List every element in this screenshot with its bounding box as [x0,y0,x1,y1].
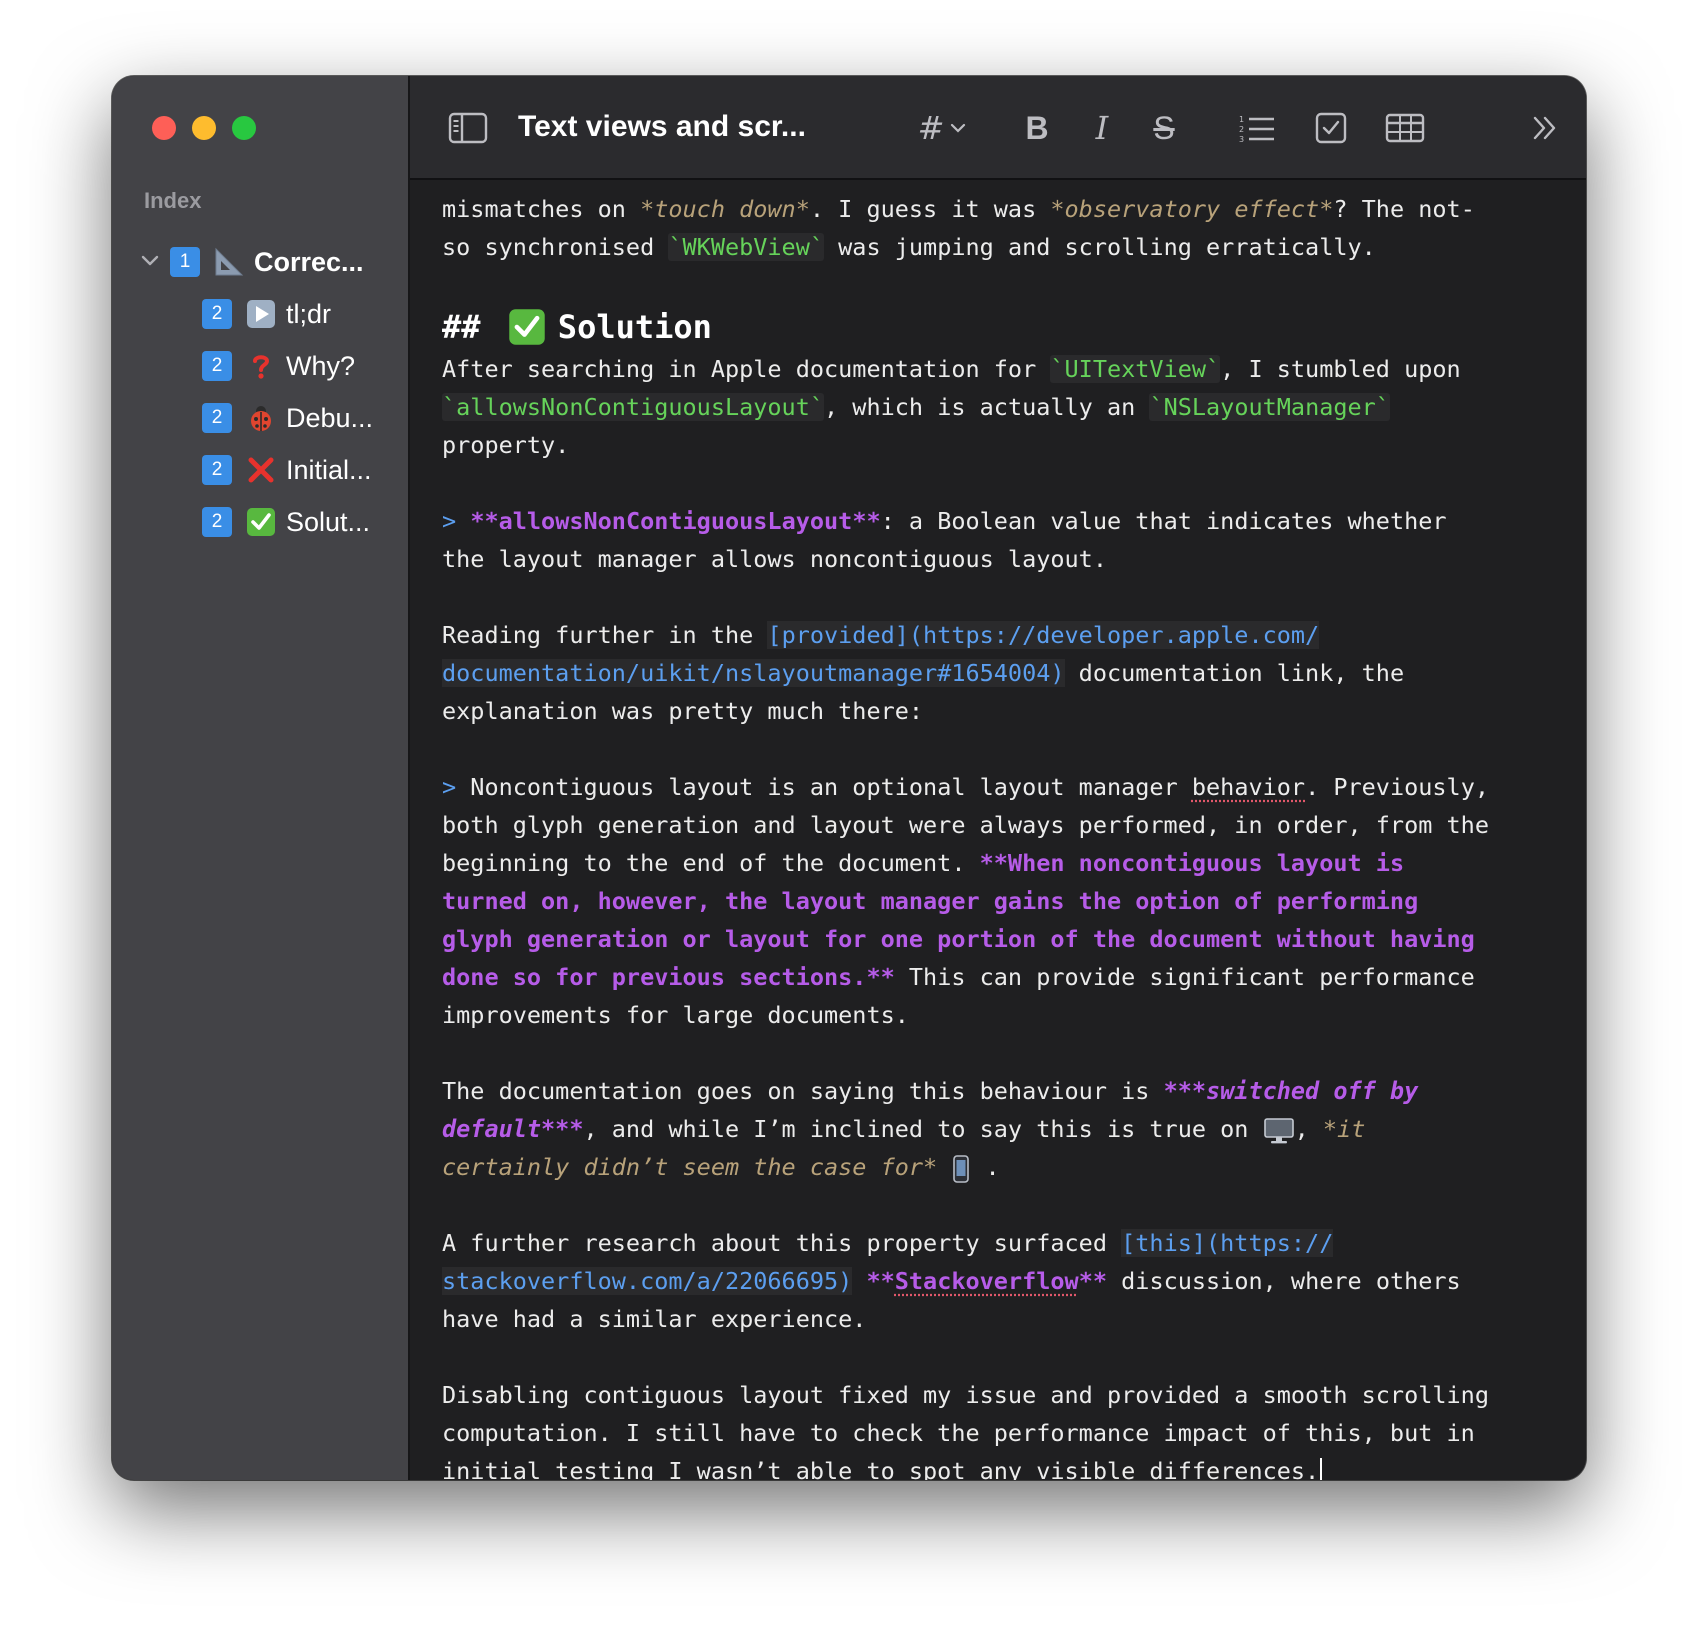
markdown-link[interactable]: documentation/uikit/nslayoutmanager#1654… [442,659,1065,687]
toolbar: Text views and scr... # B I S 1 2 3 [410,76,1586,180]
document-title: Text views and scr... [518,110,806,143]
editor-line: documentation/uikit/nslayoutmanager#1654… [442,659,1405,687]
outline-level-badge: 2 [202,403,232,433]
editor-line: A further research about this property s… [442,1229,1334,1257]
bold-icon: B [1025,109,1049,146]
svg-text:1: 1 [1239,115,1244,124]
editor-line: initial testing I wasn’t able to spot an… [442,1452,1556,1480]
play-button-icon [244,297,278,331]
desktop-computer-icon [1263,1117,1294,1143]
heading-icon: # [917,109,945,147]
italic-icon: I [1095,109,1109,147]
bold-button[interactable]: B [1022,106,1052,150]
editor-line: Reading further in the [provided](https:… [442,621,1320,649]
blockquote-line: beginning to the end of the document. **… [442,849,1405,877]
index-label: Index [144,188,202,213]
table-button[interactable] [1384,106,1426,150]
outline-item-initial[interactable]: 2 Initial... [112,444,408,496]
heading-menu-button[interactable]: # [912,106,972,150]
blockquote-line: the layout manager allows noncontiguous … [442,545,1107,573]
blockquote-line: both glyph generation and layout were al… [442,811,1489,839]
markdown-editor[interactable]: mismatches on *touch down*. I guess it w… [410,182,1586,1480]
chevron-down-icon[interactable] [138,248,162,272]
triangle-ruler-icon [212,245,246,279]
editor-line: The documentation goes on saying this be… [442,1077,1419,1105]
strikethrough-button[interactable]: S [1148,106,1180,150]
table-icon [1385,113,1425,143]
text-cursor [1320,1457,1323,1480]
outline-level-badge: 1 [170,247,200,277]
chevron-down-icon [951,123,966,133]
editor-line: default***, and while I’m inclined to sa… [442,1110,1556,1148]
misspelled-word[interactable]: Stackoverflow [895,1267,1079,1295]
main-pane: Text views and scr... # B I S 1 2 3 mism… [410,76,1586,1480]
outline-item-label: Initial... [286,454,372,485]
blockquote-line: > **allowsNonContiguousLayout**: a Boole… [442,507,1447,535]
misspelled-word[interactable]: behavior [1192,773,1305,801]
markdown-link[interactable]: [this](https:// [1121,1229,1334,1257]
editor-line: have had a similar experience. [442,1305,867,1333]
app-window: Index 1 Correc... 2 tl;dr 2 Why? 2 Debu.… [112,76,1586,1480]
sidebar: Index 1 Correc... 2 tl;dr 2 Why? 2 Debu.… [112,76,410,1480]
check-mark-icon [244,505,278,539]
window-controls [152,116,256,140]
blockquote-line: improvements for large documents. [442,1001,909,1029]
italic-button[interactable]: I [1090,106,1114,150]
sidebar-toggle-icon[interactable] [448,106,488,150]
outline-item-label: Debu... [286,402,374,433]
blockquote-line: > Noncontiguous layout is an optional la… [442,773,1489,801]
editor-line: `allowsNonContiguousLayout`, which is ac… [442,393,1390,421]
outline-level-badge: 2 [202,299,232,329]
editor-line: computation. I still have to check the p… [442,1419,1475,1447]
outline-level-badge: 2 [202,351,232,381]
editor-line: Disabling contiguous layout fixed my iss… [442,1381,1489,1409]
outline-level-badge: 2 [202,507,232,537]
blockquote-line: done so for previous sections.** This ca… [442,963,1475,991]
blockquote-line: glyph generation or layout for one porti… [442,925,1475,953]
editor-line: property. [442,431,570,459]
editor-line: stackoverflow.com/a/22066695) **Stackove… [442,1267,1461,1295]
cross-mark-icon [244,453,278,487]
editor-line: explanation was pretty much there: [442,697,924,725]
outline-item-debug[interactable]: 2 Debu... [112,392,408,444]
svg-text:2: 2 [1239,125,1244,134]
question-mark-icon [244,349,278,383]
overflow-chevron-icon [1533,116,1556,140]
markdown-link[interactable]: stackoverflow.com/a/22066695) [442,1267,853,1295]
outline-item-solution[interactable]: 2 Solut... [112,496,408,548]
svg-text:3: 3 [1239,135,1244,143]
outline-item-correc[interactable]: 1 Correc... [112,236,408,288]
list-icon: 1 2 3 [1239,115,1274,143]
outline-item-why[interactable]: 2 Why? [112,340,408,392]
editor-line: so synchronised `WKWebView` was jumping … [442,233,1376,261]
markdown-link[interactable]: [provided](https://developer.apple.com/ [767,621,1320,649]
check-mark-icon [509,309,545,345]
heading-solution: ## Solution [442,308,712,346]
checkbox-button[interactable] [1314,106,1348,150]
outline-item-label: Why? [286,350,356,381]
editor-line: mismatches on *touch down*. I guess it w… [442,195,1475,223]
outline-item-label: tl;dr [286,298,332,329]
close-window-button[interactable] [152,116,176,140]
checkbox-icon [1315,112,1347,144]
editor-line: After searching in Apple documentation f… [442,355,1461,383]
ladybug-icon [244,401,278,435]
blockquote-line: turned on, however, the layout manager g… [442,887,1419,915]
strikethrough-icon: S [1153,109,1175,146]
outline-item-label: Correc... [254,246,364,277]
outline-item-tldr[interactable]: 2 tl;dr [112,288,408,340]
overflow-menu-button[interactable] [1530,106,1560,150]
zoom-window-button[interactable] [232,116,256,140]
mobile-phone-icon [953,1154,970,1183]
list-button[interactable]: 1 2 3 [1238,106,1276,150]
outline-item-label: Solut... [286,506,371,537]
editor-line: certainly didn’t seem the case for* . [442,1148,1556,1186]
minimize-window-button[interactable] [192,116,216,140]
outline-level-badge: 2 [202,455,232,485]
outline-list: 1 Correc... 2 tl;dr 2 Why? 2 Debu... 2 I… [112,236,408,548]
